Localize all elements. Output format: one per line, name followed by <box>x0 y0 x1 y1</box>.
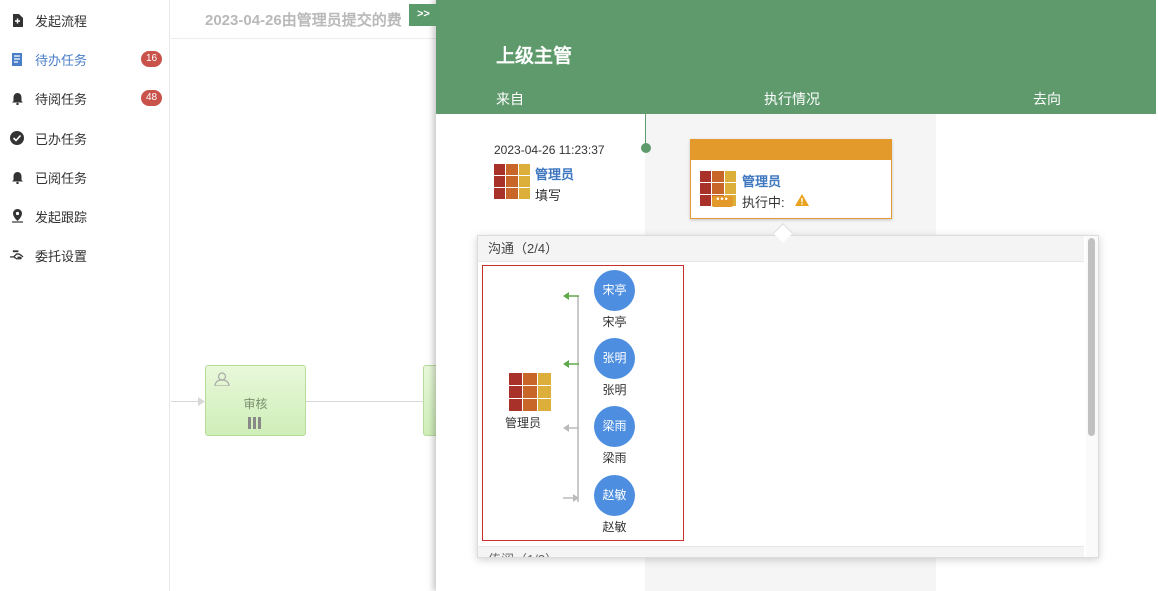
communication-popover: 沟通（2/4） 管理员 宋亭 宋亭 张明 张明 梁雨 梁雨 赵敏 赵敏 传阅（1… <box>477 235 1099 558</box>
sidebar-item-start-process[interactable]: 发起流程 <box>0 5 170 35</box>
recipient-avatar[interactable]: 梁雨 <box>594 406 635 447</box>
recipient-name: 梁雨 <box>602 451 627 465</box>
list-icon <box>10 52 24 66</box>
sidebar-item-label: 发起流程 <box>35 13 88 29</box>
multi-instance-icon <box>248 417 261 429</box>
sidebar-item-to-read[interactable]: 待阅任务 48 <box>0 83 170 113</box>
sidebar-item-label: 待阅任务 <box>35 91 88 107</box>
flow-node-review[interactable]: 审核 <box>205 365 306 436</box>
panel-title: 上级主管 <box>496 46 573 67</box>
user-logo-icon <box>494 164 530 199</box>
panel-header: 上级主管 来自 执行情况 去向 <box>436 0 1156 114</box>
sidebar-item-track[interactable]: 发起跟踪 <box>0 201 170 231</box>
recipient-name: 赵敏 <box>602 520 627 534</box>
sidebar: 发起流程 待办任务 16 待阅任务 48 已办任务 已阅任务 发起跟踪 委托设置 <box>0 0 170 591</box>
page-title: 2023-04-26由管理员提交的费 <box>205 12 402 29</box>
sidebar-item-read[interactable]: 已阅任务 <box>0 162 170 192</box>
column-header-exec: 执行情况 <box>764 91 820 107</box>
section-header-circulate: 传阅（1/2） <box>478 546 1084 557</box>
sidebar-item-label: 已阅任务 <box>35 170 88 186</box>
warning-icon[interactable] <box>795 194 809 209</box>
sidebar-item-label: 发起跟踪 <box>35 209 88 225</box>
recipient-avatar[interactable]: 张明 <box>594 338 635 379</box>
column-header-to: 去向 <box>1033 91 1061 107</box>
tree-connector <box>574 296 579 502</box>
count-badge: 16 <box>141 51 162 67</box>
arrow-left-icon <box>563 423 579 433</box>
from-timestamp: 2023-04-26 11:23:37 <box>494 143 605 157</box>
check-circle-icon <box>10 131 24 145</box>
sidebar-item-todo[interactable]: 待办任务 16 <box>0 44 170 74</box>
popover-scrollbar[interactable] <box>1086 236 1098 557</box>
count-badge: 48 <box>141 90 162 106</box>
sender-logo-icon <box>509 373 551 411</box>
sidebar-item-label: 已办任务 <box>35 131 88 147</box>
hand-icon <box>10 248 24 262</box>
timeline-dot <box>641 143 651 153</box>
arrow-right-icon <box>198 397 205 406</box>
sender-name: 管理员 <box>505 416 542 430</box>
sidebar-item-label: 委托设置 <box>35 248 88 264</box>
collapse-panel-button[interactable]: >> <box>409 4 439 26</box>
task-user-link[interactable]: 管理员 <box>742 171 781 190</box>
flow-connector <box>306 401 423 402</box>
task-status: 执行中: <box>742 195 785 210</box>
divider <box>171 38 436 39</box>
workflow-canvas: 2023-04-26由管理员提交的费 审核 <box>171 0 439 591</box>
plus-square-icon <box>10 13 24 27</box>
map-pin-icon <box>10 209 24 223</box>
task-card-header <box>691 140 891 160</box>
from-action: 填写 <box>535 188 562 203</box>
node-label: 审核 <box>243 397 268 411</box>
column-header-from: 来自 <box>496 91 524 107</box>
user-icon <box>214 372 230 389</box>
bell-icon <box>10 170 24 184</box>
sidebar-item-done[interactable]: 已办任务 <box>0 123 170 153</box>
from-user-link[interactable]: 管理员 <box>535 164 574 183</box>
recipient-name: 宋亭 <box>602 315 627 329</box>
arrow-right-icon <box>563 493 579 503</box>
arrow-left-icon <box>563 359 579 369</box>
scrollbar-thumb[interactable] <box>1088 238 1095 436</box>
recipient-avatar[interactable]: 宋亭 <box>594 270 635 311</box>
task-card[interactable]: ••• 管理员 执行中: <box>690 139 892 219</box>
sidebar-item-label: 待办任务 <box>35 52 88 68</box>
more-badge[interactable]: ••• <box>712 195 733 207</box>
sidebar-item-delegate[interactable]: 委托设置 <box>0 240 170 270</box>
recipient-avatar[interactable]: 赵敏 <box>594 475 635 516</box>
recipient-name: 张明 <box>602 383 627 397</box>
arrow-left-icon <box>563 291 579 301</box>
bell-icon <box>10 91 24 105</box>
communication-tree: 管理员 宋亭 宋亭 张明 张明 梁雨 梁雨 赵敏 赵敏 <box>482 265 684 541</box>
